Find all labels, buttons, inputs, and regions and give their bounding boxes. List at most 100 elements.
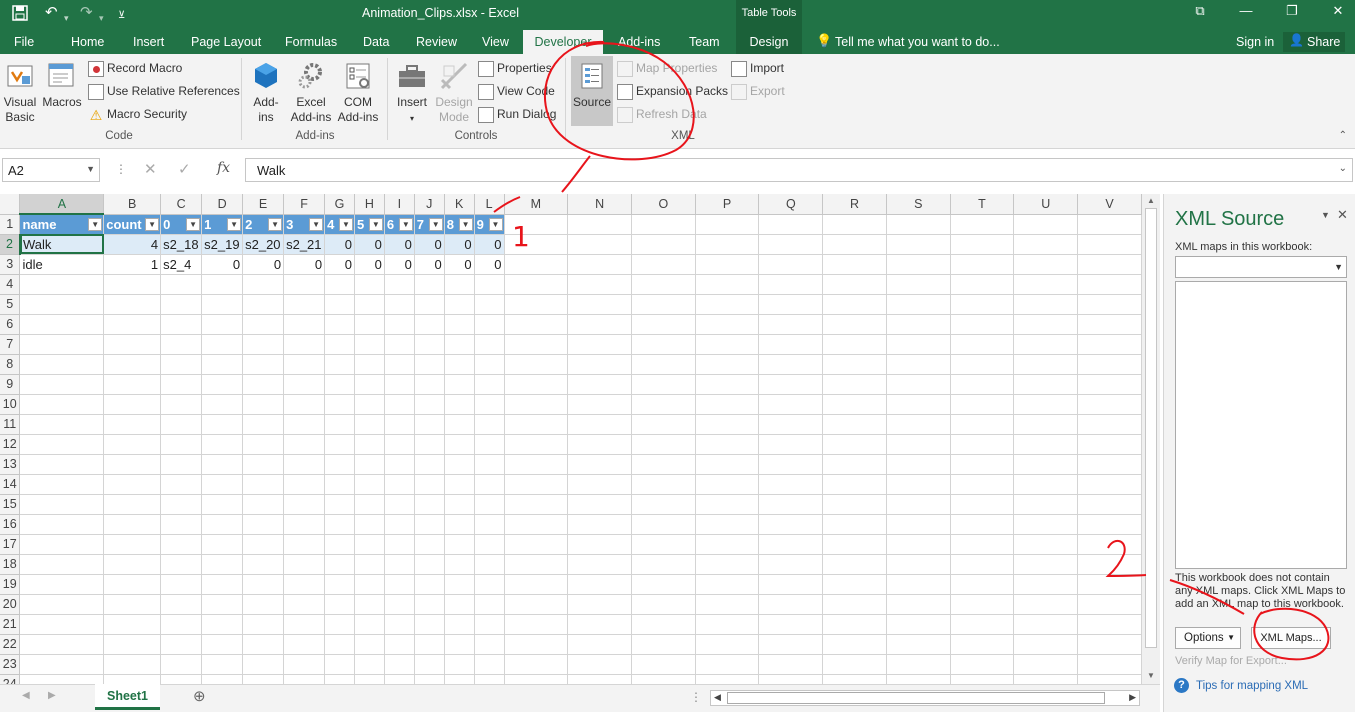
empty-cell[interactable] <box>567 214 632 235</box>
name-box[interactable]: A2 ▼ <box>2 158 100 182</box>
row-header[interactable]: 7 <box>0 334 21 355</box>
empty-cell[interactable] <box>1013 454 1079 475</box>
empty-cell[interactable] <box>695 494 760 515</box>
row-header[interactable]: 19 <box>0 574 21 595</box>
empty-cell[interactable] <box>19 294 105 315</box>
empty-cell[interactable] <box>160 574 203 595</box>
empty-cell[interactable] <box>758 514 824 535</box>
empty-cell[interactable] <box>242 614 285 635</box>
table-cell[interactable]: 0 <box>354 234 385 255</box>
empty-cell[interactable] <box>201 594 244 615</box>
empty-cell[interactable] <box>1077 574 1142 595</box>
empty-cell[interactable] <box>822 374 887 395</box>
empty-cell[interactable] <box>242 514 285 535</box>
empty-cell[interactable] <box>1013 354 1079 375</box>
empty-cell[interactable] <box>950 274 1015 295</box>
empty-cell[interactable] <box>201 354 244 375</box>
empty-cell[interactable] <box>886 374 951 395</box>
empty-cell[interactable] <box>354 654 385 675</box>
empty-cell[interactable] <box>886 594 951 615</box>
empty-cell[interactable] <box>324 494 355 515</box>
empty-cell[interactable] <box>695 374 760 395</box>
xml-tree-view[interactable] <box>1175 281 1347 569</box>
empty-cell[interactable] <box>631 574 696 595</box>
empty-cell[interactable] <box>324 274 355 295</box>
empty-cell[interactable] <box>283 494 326 515</box>
empty-cell[interactable] <box>758 374 824 395</box>
empty-cell[interactable] <box>283 634 326 655</box>
empty-cell[interactable] <box>283 454 326 475</box>
empty-cell[interactable] <box>822 674 887 684</box>
empty-cell[interactable] <box>695 294 760 315</box>
empty-cell[interactable] <box>631 674 696 684</box>
row-header[interactable]: 9 <box>0 374 21 395</box>
empty-cell[interactable] <box>414 434 445 455</box>
empty-cell[interactable] <box>950 654 1015 675</box>
empty-cell[interactable] <box>1013 534 1079 555</box>
row-header[interactable]: 6 <box>0 314 21 335</box>
empty-cell[interactable] <box>1013 434 1079 455</box>
empty-cell[interactable] <box>504 574 569 595</box>
empty-cell[interactable] <box>695 674 760 684</box>
empty-cell[interactable] <box>160 674 203 684</box>
empty-cell[interactable] <box>354 514 385 535</box>
empty-cell[interactable] <box>242 534 285 555</box>
close-icon[interactable]: ✕ <box>1315 0 1355 30</box>
empty-cell[interactable] <box>201 314 244 335</box>
undo-icon[interactable]: ↶ <box>45 4 58 22</box>
empty-cell[interactable] <box>201 394 244 415</box>
empty-cell[interactable] <box>283 594 326 615</box>
empty-cell[interactable] <box>201 614 244 635</box>
row-header[interactable]: 3 <box>0 254 21 275</box>
empty-cell[interactable] <box>631 434 696 455</box>
table-cell[interactable]: s2_20 <box>242 234 285 255</box>
empty-cell[interactable] <box>19 654 105 675</box>
empty-cell[interactable] <box>242 494 285 515</box>
empty-cell[interactable] <box>567 574 632 595</box>
empty-cell[interactable] <box>950 674 1015 684</box>
empty-cell[interactable] <box>283 474 326 495</box>
empty-cell[interactable] <box>758 234 824 255</box>
tab-team[interactable]: Team <box>683 30 726 54</box>
empty-cell[interactable] <box>822 654 887 675</box>
empty-cell[interactable] <box>201 334 244 355</box>
empty-cell[interactable] <box>1013 594 1079 615</box>
empty-cell[interactable] <box>504 394 569 415</box>
empty-cell[interactable] <box>1077 654 1142 675</box>
visual-basic-button[interactable]: Visual Basic <box>2 60 38 125</box>
empty-cell[interactable] <box>474 654 505 675</box>
empty-cell[interactable] <box>695 654 760 675</box>
empty-cell[interactable] <box>19 474 105 495</box>
empty-cell[interactable] <box>822 534 887 555</box>
insert-control-button[interactable]: Insert ▾ <box>394 60 430 126</box>
empty-cell[interactable] <box>283 274 326 295</box>
empty-cell[interactable] <box>695 434 760 455</box>
record-macro-button[interactable]: Record Macro <box>88 58 182 78</box>
empty-cell[interactable] <box>283 654 326 675</box>
table-cell[interactable]: 0 <box>324 254 355 275</box>
empty-cell[interactable] <box>504 654 569 675</box>
properties-button[interactable]: Properties <box>478 58 552 78</box>
export-button[interactable]: Export <box>731 81 785 101</box>
row-header[interactable]: 5 <box>0 294 21 315</box>
empty-cell[interactable] <box>283 314 326 335</box>
empty-cell[interactable] <box>19 574 105 595</box>
empty-cell[interactable] <box>822 634 887 655</box>
filter-dropdown-icon[interactable]: ▼ <box>368 217 383 231</box>
empty-cell[interactable] <box>354 294 385 315</box>
empty-cell[interactable] <box>384 554 415 575</box>
table-cell[interactable]: 0 <box>474 254 505 275</box>
empty-cell[interactable] <box>242 674 285 684</box>
empty-cell[interactable] <box>283 394 326 415</box>
row-header[interactable]: 11 <box>0 414 21 435</box>
empty-cell[interactable] <box>283 414 326 435</box>
empty-cell[interactable] <box>414 594 445 615</box>
redo-icon[interactable]: ↷ <box>80 4 93 22</box>
empty-cell[interactable] <box>567 594 632 615</box>
empty-cell[interactable] <box>1013 294 1079 315</box>
empty-cell[interactable] <box>631 374 696 395</box>
empty-cell[interactable] <box>384 354 415 375</box>
empty-cell[interactable] <box>758 394 824 415</box>
empty-cell[interactable] <box>324 294 355 315</box>
empty-cell[interactable] <box>567 674 632 684</box>
